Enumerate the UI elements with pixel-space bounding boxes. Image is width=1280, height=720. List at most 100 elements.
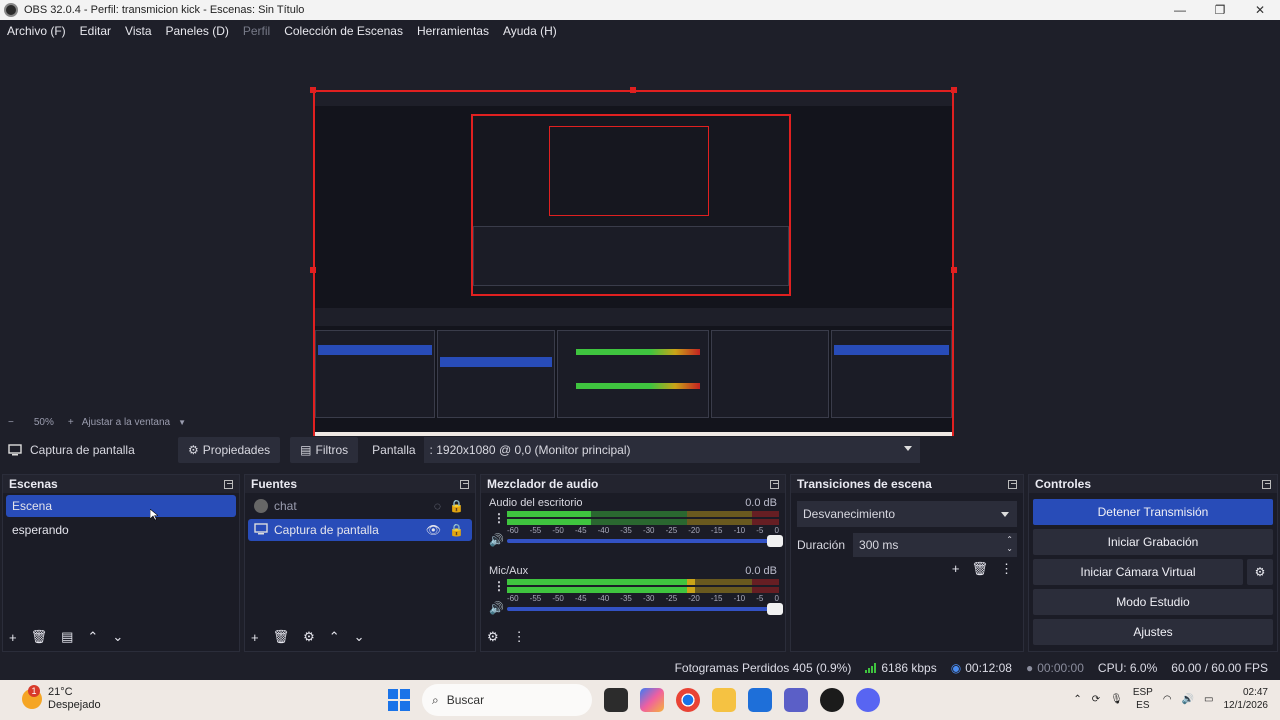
obs-taskbar-icon[interactable] xyxy=(820,688,844,712)
weather-widget[interactable]: 1 21°C Despejado xyxy=(22,685,101,712)
menu-archivo[interactable]: Archivo (F) xyxy=(0,24,73,38)
undock-icon[interactable] xyxy=(1008,479,1017,489)
volume-icon[interactable]: 🔊 xyxy=(1182,694,1194,705)
chevron-down-icon[interactable]: ⌄ xyxy=(112,629,123,645)
teams-icon[interactable] xyxy=(784,688,808,712)
add-icon[interactable]: + xyxy=(9,630,17,645)
menu-vista[interactable]: Vista xyxy=(118,24,158,38)
chrome-icon[interactable] xyxy=(676,688,700,712)
volume-slider-knob[interactable] xyxy=(767,603,783,615)
volume-slider[interactable] xyxy=(507,603,783,615)
maximize-icon[interactable]: ❐ xyxy=(1200,0,1240,20)
trash-icon[interactable]: 🗑 xyxy=(273,629,290,645)
menu-coleccion-escenas[interactable]: Colección de Escenas xyxy=(277,24,410,38)
kebab-menu-icon[interactable]: ⋮ xyxy=(513,629,526,645)
discord-icon[interactable] xyxy=(856,688,880,712)
audio-track: Audio del escritorio 0.0 dB ⋮ -60 -55 -50 -… xyxy=(487,495,783,561)
preview-canvas[interactable] xyxy=(313,90,954,451)
meter-tick-label: -50 xyxy=(552,526,564,535)
store-icon[interactable] xyxy=(748,688,772,712)
speaker-icon[interactable]: 🔊 xyxy=(489,533,504,547)
add-icon[interactable]: + xyxy=(952,561,960,577)
screen-label: Pantalla xyxy=(372,443,416,457)
screen-select[interactable]: : 1920x1080 @ 0,0 (Monitor principal) xyxy=(423,437,920,463)
zoom-in-button[interactable]: + xyxy=(68,417,74,428)
trash-icon[interactable]: 🗑 xyxy=(971,561,988,577)
language-indicator[interactable]: ESP ES xyxy=(1133,686,1153,712)
chevron-up-icon[interactable]: ⌃ xyxy=(329,629,340,645)
studio-mode-button[interactable]: Modo Estudio xyxy=(1033,589,1273,615)
kebab-menu-icon[interactable]: ⋮ xyxy=(493,511,505,525)
audio-track: Mic/Aux 0.0 dB ⋮ -60 -55 -50 -45 -40 -35 -30 -2… xyxy=(487,563,783,629)
lock-icon[interactable]: 🔒 xyxy=(449,523,464,537)
audio-mixer-title: Mezclador de audio xyxy=(487,477,599,491)
resize-handle[interactable] xyxy=(630,87,636,93)
menu-paneles[interactable]: Paneles (D) xyxy=(159,24,236,38)
source-item[interactable]: Captura de pantalla 👁 🔒 xyxy=(248,519,472,541)
audio-track-name: Audio del escritorio xyxy=(489,497,583,509)
menu-editar[interactable]: Editar xyxy=(73,24,118,38)
duration-input[interactable]: 300 ms ⌃ ⌄ xyxy=(853,533,1017,557)
resize-handle[interactable] xyxy=(310,267,316,273)
eye-hidden-icon[interactable]: ◌ xyxy=(434,499,441,513)
file-explorer-icon[interactable] xyxy=(712,688,736,712)
gear-icon[interactable]: ⚙ xyxy=(487,629,499,645)
taskbar-search[interactable]: ⌕ Buscar xyxy=(422,684,592,716)
clock[interactable]: 02:47 12/1/2026 xyxy=(1224,686,1269,712)
eye-icon[interactable]: 👁 xyxy=(426,523,441,537)
nested-source-toolbar xyxy=(315,308,952,326)
volume-slider[interactable] xyxy=(507,535,783,547)
battery-icon[interactable]: ▭ xyxy=(1204,694,1213,705)
filter-icon[interactable]: ▤ xyxy=(61,629,73,645)
settings-button[interactable]: Ajustes xyxy=(1033,619,1273,645)
menu-ayuda[interactable]: Ayuda (H) xyxy=(496,24,564,38)
lock-icon[interactable]: 🔒 xyxy=(449,499,464,513)
meter-tick-label: -20 xyxy=(688,526,700,535)
resize-handle[interactable] xyxy=(310,87,316,93)
start-virtual-camera-button[interactable]: Iniciar Cámara Virtual xyxy=(1033,559,1243,585)
spin-arrows-icon[interactable]: ⌃ ⌄ xyxy=(1006,535,1013,553)
resize-handle[interactable] xyxy=(951,267,957,273)
start-recording-button[interactable]: Iniciar Grabación xyxy=(1033,529,1273,555)
sync-icon[interactable]: ⟳ xyxy=(1092,694,1100,705)
undock-icon[interactable] xyxy=(1262,479,1271,489)
kebab-menu-icon[interactable]: ⋮ xyxy=(1000,561,1013,577)
menu-perfil[interactable]: Perfil xyxy=(236,24,277,38)
cpu-usage: CPU: 6.0% xyxy=(1097,661,1158,675)
preview-area[interactable] xyxy=(0,42,1280,451)
wifi-icon[interactable]: ◠ xyxy=(1163,694,1172,705)
stop-streaming-button[interactable]: Detener Transmisión xyxy=(1033,499,1273,525)
scene-item[interactable]: esperando xyxy=(6,519,236,541)
chevron-down-icon[interactable]: ⌄ xyxy=(354,629,365,645)
windows-start-icon[interactable] xyxy=(388,689,410,711)
resize-handle[interactable] xyxy=(951,87,957,93)
sources-dock: Fuentes chat ◌ 🔒 Captura de pantalla 👁 🔒… xyxy=(244,474,476,652)
trash-icon[interactable]: 🗑 xyxy=(31,629,48,645)
filters-button[interactable]: ▤ Filtros xyxy=(290,437,359,463)
chevron-up-icon[interactable]: ⌃ xyxy=(1073,694,1081,705)
chevron-up-icon[interactable]: ⌃ xyxy=(87,629,98,645)
undock-icon[interactable] xyxy=(224,479,233,489)
gear-icon[interactable]: ⚙ xyxy=(303,629,315,645)
properties-button[interactable]: ⚙ Propiedades xyxy=(178,437,281,463)
add-icon[interactable]: + xyxy=(251,630,259,645)
microphone-icon[interactable]: 🎙 xyxy=(1110,694,1123,705)
menu-herramientas[interactable]: Herramientas xyxy=(410,24,496,38)
transition-select[interactable]: Desvanecimiento xyxy=(797,501,1017,527)
close-icon[interactable]: ✕ xyxy=(1240,0,1280,20)
undock-icon[interactable] xyxy=(770,479,779,489)
volume-slider-knob[interactable] xyxy=(767,535,783,547)
speaker-icon[interactable]: 🔊 xyxy=(489,601,504,615)
undock-icon[interactable] xyxy=(460,479,469,489)
source-item[interactable]: chat ◌ 🔒 xyxy=(248,495,472,517)
zoom-out-button[interactable]: − xyxy=(8,417,14,428)
screen-select-value: : 1920x1080 @ 0,0 (Monitor principal) xyxy=(429,443,631,457)
scene-item[interactable]: Escena xyxy=(6,495,236,517)
kebab-menu-icon[interactable]: ⋮ xyxy=(493,579,505,593)
virtual-camera-settings-button[interactable]: ⚙ xyxy=(1247,559,1273,585)
copilot-icon[interactable] xyxy=(640,688,664,712)
task-view-icon[interactable] xyxy=(604,688,628,712)
chevron-down-icon[interactable]: ▼ xyxy=(178,418,186,427)
minimize-icon[interactable]: — xyxy=(1160,0,1200,20)
zoom-fit-dropdown[interactable]: Ajustar a la ventana xyxy=(82,417,170,428)
